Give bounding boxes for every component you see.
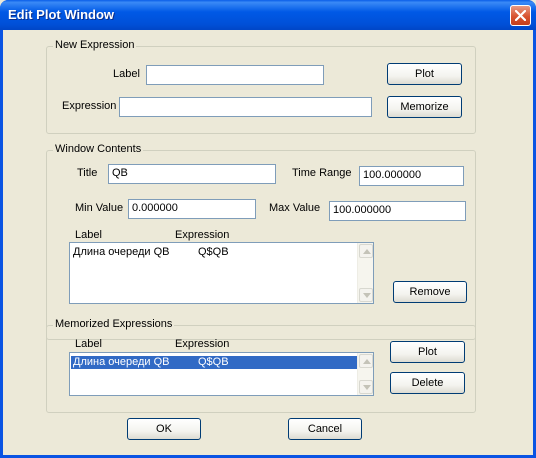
remove-button[interactable]: Remove — [393, 281, 467, 303]
scroll-down-button[interactable] — [359, 380, 373, 394]
chevron-down-icon — [363, 293, 371, 298]
scroll-down-button[interactable] — [359, 288, 373, 302]
title-bar[interactable]: Edit Plot Window — [0, 0, 536, 30]
plot-new-button[interactable]: Plot — [387, 63, 462, 85]
time-range-caption: Time Range — [292, 167, 352, 179]
edit-plot-window: Edit Plot Window New Expression Label Ex… — [0, 0, 536, 458]
scroll-up-button[interactable] — [359, 244, 373, 258]
close-button[interactable] — [510, 5, 531, 26]
memorized-list[interactable]: Длина очереди QB Q$QB — [69, 352, 374, 396]
ok-button[interactable]: OK — [127, 418, 201, 440]
new-expression-caption: Expression — [62, 100, 117, 112]
list-item-expression: Q$QB — [198, 246, 229, 258]
min-value-input[interactable]: 0.000000 — [128, 199, 256, 219]
cancel-button[interactable]: Cancel — [288, 418, 362, 440]
contents-scrollbar[interactable] — [357, 243, 373, 303]
chevron-up-icon — [363, 249, 371, 254]
close-icon — [515, 10, 526, 21]
new-expression-input[interactable] — [119, 97, 372, 117]
memorized-scrollbar[interactable] — [357, 353, 373, 395]
memorized-group-title: Memorized Expressions — [53, 318, 175, 330]
window-title: Edit Plot Window — [8, 7, 115, 22]
list-item-label: Длина очереди QB — [73, 246, 170, 258]
new-expression-group: New Expression — [46, 39, 476, 134]
plot-memorized-button[interactable]: Plot — [390, 341, 465, 363]
chevron-up-icon — [363, 359, 371, 364]
memorized-label-header: Label — [75, 338, 102, 350]
scroll-up-button[interactable] — [359, 354, 373, 368]
list-item-label: Длина очереди QB — [73, 356, 170, 368]
max-value-input[interactable]: 100.000000 — [329, 201, 466, 221]
list-item[interactable]: Длина очереди QB Q$QB — [71, 356, 358, 369]
contents-list[interactable]: Длина очереди QB Q$QB — [69, 242, 374, 304]
delete-button[interactable]: Delete — [390, 372, 465, 394]
chevron-down-icon — [363, 385, 371, 390]
new-expression-group-title: New Expression — [53, 39, 137, 51]
max-value-caption: Max Value — [269, 202, 321, 214]
memorize-button[interactable]: Memorize — [387, 96, 462, 118]
memorized-expression-header: Expression — [175, 338, 230, 350]
contents-expression-header: Expression — [175, 229, 230, 241]
contents-label-header: Label — [75, 229, 102, 241]
list-item-expression: Q$QB — [198, 356, 229, 368]
window-contents-group-title: Window Contents — [53, 143, 144, 155]
list-item[interactable]: Длина очереди QB Q$QB — [71, 246, 356, 259]
title-input[interactable]: QB — [108, 164, 276, 184]
time-range-input[interactable]: 100.000000 — [359, 166, 464, 186]
dialog-client-area: New Expression Label Expression Plot Mem… — [3, 30, 533, 455]
title-caption: Title — [77, 167, 98, 179]
new-label-caption: Label — [113, 68, 140, 80]
min-value-caption: Min Value — [75, 202, 124, 214]
new-label-input[interactable] — [146, 65, 324, 85]
